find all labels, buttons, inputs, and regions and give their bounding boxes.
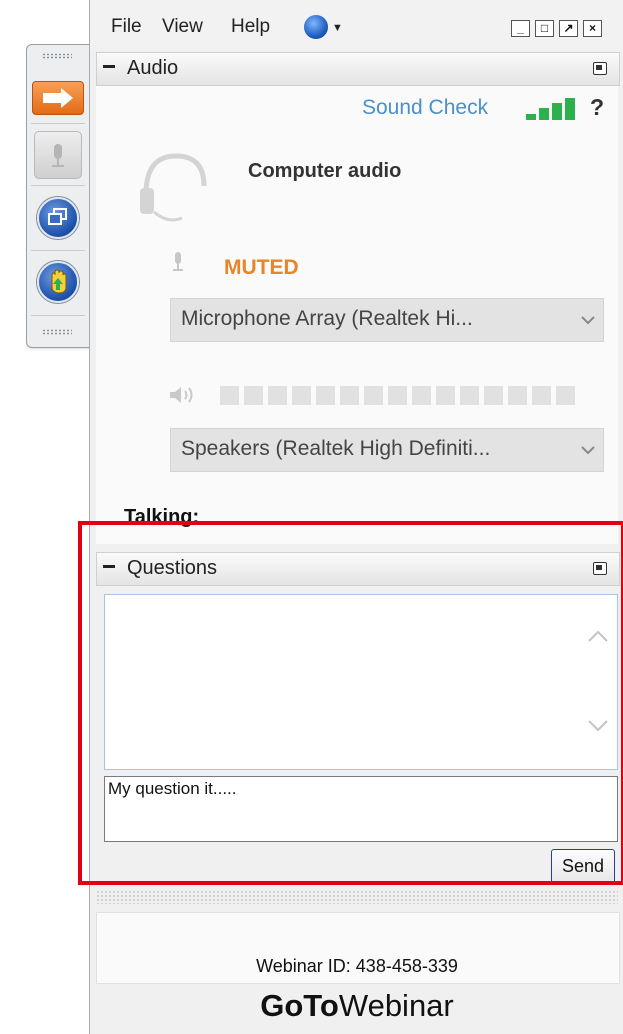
help-icon[interactable]: ? (590, 94, 604, 121)
chevron-down-icon (581, 446, 595, 455)
collapse-icon[interactable] (103, 65, 115, 68)
grip-handle-bottom[interactable] (42, 329, 72, 335)
menu-file[interactable]: File (111, 16, 142, 38)
control-grab-tab (26, 44, 90, 348)
speaker-level-meter (220, 386, 580, 410)
microphone-toggle-button[interactable] (34, 131, 82, 179)
microphone-select-value: Microphone Array (Realtek Hi... (181, 307, 473, 330)
sound-check-link[interactable]: Sound Check (362, 96, 488, 120)
webinar-id: Webinar ID: 438-458-339 (256, 956, 458, 976)
menu-help[interactable]: Help (231, 16, 270, 38)
popout-icon[interactable] (593, 62, 607, 75)
popout-button[interactable]: ↗ (559, 20, 578, 37)
microphone-select[interactable]: Microphone Array (Realtek Hi... (170, 298, 604, 342)
raise-hand-button[interactable] (37, 261, 79, 303)
maximize-button[interactable]: □ (535, 20, 554, 37)
grip-handle-top[interactable] (42, 53, 72, 59)
panel-divider (96, 890, 618, 904)
audio-panel-body: Sound Check ? Computer audio MUTED Micro… (96, 86, 618, 544)
signal-strength-icon (526, 98, 576, 120)
raise-hand-icon (51, 269, 67, 294)
screen-view-button[interactable] (37, 197, 79, 239)
questions-highlight-box (78, 521, 623, 885)
audio-mode-label: Computer audio (248, 160, 402, 182)
speaker-select-value: Speakers (Realtek High Definiti... (181, 437, 491, 460)
menu-view[interactable]: View (162, 16, 203, 38)
microphone-muted-icon (173, 252, 183, 271)
language-globe-icon[interactable] (304, 15, 328, 39)
mic-status-label: MUTED (224, 256, 299, 279)
minimize-button[interactable]: _ (511, 20, 530, 37)
chevron-down-icon[interactable]: ▼ (332, 22, 343, 34)
windows-icon (48, 208, 67, 225)
speaker-icon (170, 387, 193, 403)
audio-panel-title: Audio (127, 57, 179, 79)
gotowebinar-logo: GoToWebinar (260, 988, 454, 1023)
close-button[interactable]: × (583, 20, 602, 37)
speaker-select[interactable]: Speakers (Realtek High Definiti... (170, 428, 604, 472)
arrow-right-icon (43, 88, 73, 108)
show-hide-panel-button[interactable] (32, 81, 84, 115)
menu-bar: File View Help ▼ _ □ ↗ × (90, 0, 623, 50)
chevron-down-icon (581, 316, 595, 325)
microphone-icon (52, 144, 64, 167)
headset-icon (140, 153, 207, 222)
audio-panel-header[interactable]: Audio (96, 52, 620, 86)
